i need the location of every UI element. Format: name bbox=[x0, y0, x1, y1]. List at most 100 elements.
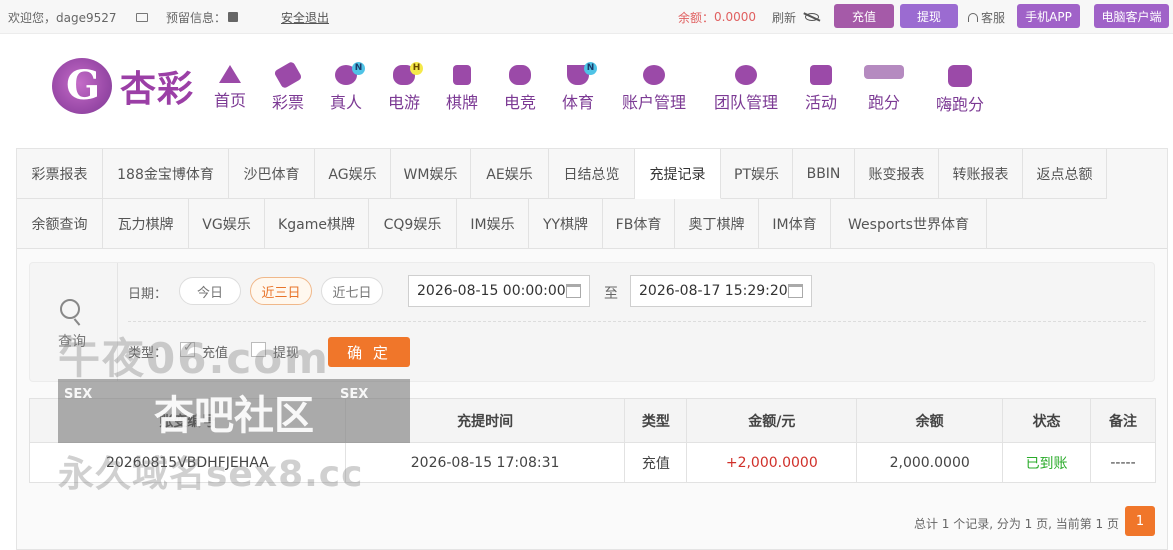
balance: 余额： 0.0000 bbox=[678, 0, 756, 34]
tab-vg[interactable]: VG娱乐 bbox=[189, 199, 265, 249]
tab-kgame-chess[interactable]: Kgame棋牌 bbox=[265, 199, 369, 249]
nav-promotions[interactable]: 活动 bbox=[803, 65, 839, 113]
recharge-button[interactable]: 充值 bbox=[834, 4, 894, 28]
reserved-info-label: 预留信息： bbox=[166, 10, 227, 25]
race-car-icon bbox=[864, 65, 904, 79]
customer-service-label: 客服 bbox=[981, 10, 1006, 25]
calendar-icon[interactable] bbox=[566, 284, 581, 298]
trophy-icon: N bbox=[567, 62, 597, 85]
nav-account[interactable]: 账户管理 bbox=[620, 65, 688, 113]
logout-link[interactable]: 安全退出 bbox=[281, 9, 329, 26]
page-1-button[interactable]: 1 bbox=[1125, 506, 1155, 536]
nav-chess[interactable]: 棋牌 bbox=[444, 65, 480, 113]
hot-badge: H bbox=[410, 62, 423, 75]
end-date-value: 2026-08-17 15:29:20 bbox=[639, 283, 788, 299]
search-icon bbox=[60, 299, 80, 319]
tab-label: 充提记录 bbox=[649, 166, 706, 183]
refresh-area[interactable]: 刷新 bbox=[772, 0, 820, 34]
cell-balance: 2,000.0000 bbox=[856, 442, 1004, 483]
mail-area[interactable] bbox=[136, 0, 154, 34]
tab-188-sports[interactable]: 188金宝博体育 bbox=[103, 149, 229, 199]
type-recharge-label: 充值 bbox=[202, 346, 229, 361]
tab-ae[interactable]: AE娱乐 bbox=[471, 149, 549, 199]
tab-pt[interactable]: PT娱乐 bbox=[721, 149, 793, 199]
tab-account-change-report[interactable]: 账变报表 bbox=[855, 149, 939, 199]
lottery-ticket-icon bbox=[273, 60, 303, 90]
pc-client-button[interactable]: 电脑客户端 bbox=[1094, 4, 1169, 28]
tab-bbin[interactable]: BBIN bbox=[793, 149, 855, 199]
tab-transfer-report[interactable]: 转账报表 bbox=[939, 149, 1023, 199]
nav-label: 嗨跑分 bbox=[935, 95, 984, 114]
page-number: 1 bbox=[1135, 513, 1145, 529]
range-3days-button[interactable]: 近三日 bbox=[250, 277, 312, 305]
type-recharge-checkbox[interactable] bbox=[180, 340, 195, 357]
refresh-link[interactable]: 刷新 bbox=[772, 9, 796, 26]
nav-esports[interactable]: 电竞 bbox=[502, 65, 538, 113]
nav-home[interactable]: 首页 bbox=[212, 65, 248, 111]
divider bbox=[128, 321, 1146, 322]
tab-wm[interactable]: WM娱乐 bbox=[391, 149, 471, 199]
tab-yy-chess[interactable]: YY棋牌 bbox=[529, 199, 603, 249]
pc-client-label: 电脑客户端 bbox=[1101, 9, 1162, 24]
col-balance: 余额 bbox=[856, 398, 1004, 443]
tab-daily-summary[interactable]: 日结总览 bbox=[549, 149, 635, 199]
reserved-info: 预留信息： bbox=[166, 0, 244, 34]
type-withdraw-checkbox[interactable] bbox=[251, 342, 266, 357]
mobile-app-button[interactable]: 手机APP bbox=[1017, 4, 1080, 28]
range-today-button[interactable]: 今日 bbox=[179, 277, 241, 305]
cards-icon bbox=[453, 65, 471, 85]
live-dealer-icon: N bbox=[335, 62, 365, 85]
nav-label: 棋牌 bbox=[445, 93, 478, 112]
type-withdraw-label: 提现 bbox=[273, 346, 300, 361]
end-date-input[interactable]: 2026-08-17 15:29:20 bbox=[630, 275, 812, 307]
nav-run-score[interactable]: 跑分 bbox=[862, 65, 906, 113]
nav-label: 首页 bbox=[213, 91, 246, 110]
tab-label: AG娱乐 bbox=[328, 166, 377, 183]
edit-icon[interactable] bbox=[228, 12, 239, 22]
withdraw-button[interactable]: 提现 bbox=[900, 4, 958, 28]
nav-slots[interactable]: H 电游 bbox=[386, 62, 423, 113]
tab-balance-query[interactable]: 余额查询 bbox=[17, 199, 103, 249]
tab-deposit-withdraw-records[interactable]: 充提记录 bbox=[635, 149, 721, 199]
calendar-icon[interactable] bbox=[788, 284, 803, 298]
tab-wesports[interactable]: Wesports世界体育 bbox=[831, 199, 987, 249]
tab-label: PT娱乐 bbox=[734, 166, 779, 183]
start-date-input[interactable]: 2026-08-15 00:00:00 bbox=[408, 275, 590, 307]
tab-cq9[interactable]: CQ9娱乐 bbox=[369, 199, 457, 249]
range-label: 今日 bbox=[196, 285, 223, 301]
site-logo[interactable]: 杏彩 bbox=[52, 57, 194, 115]
tab-wali-chess[interactable]: 瓦力棋牌 bbox=[103, 199, 189, 249]
customer-service[interactable]: 客服 bbox=[968, 0, 1005, 34]
tab-fb-sports[interactable]: FB体育 bbox=[603, 199, 675, 249]
team-icon bbox=[735, 65, 757, 85]
nav-sports[interactable]: N 体育 bbox=[560, 62, 597, 113]
tab-saba-sports[interactable]: 沙巴体育 bbox=[229, 149, 315, 199]
welcome-label: 欢迎您，dage9527 bbox=[8, 10, 117, 25]
col-status: 状态 bbox=[1002, 398, 1092, 443]
cell-remark: ----- bbox=[1090, 442, 1156, 483]
hide-eye-icon[interactable] bbox=[805, 13, 820, 21]
nav-label: 账户管理 bbox=[621, 93, 686, 112]
range-7days-button[interactable]: 近七日 bbox=[321, 277, 383, 305]
nav-live[interactable]: N 真人 bbox=[328, 62, 365, 113]
tab-ag[interactable]: AG娱乐 bbox=[315, 149, 391, 199]
new-badge: N bbox=[352, 62, 365, 75]
tab-label: AE娱乐 bbox=[486, 166, 533, 183]
top-bar: 欢迎您，dage9527 预留信息： 安全退出 余额： 0.0000 刷新 充值… bbox=[0, 0, 1173, 34]
esports-controller-icon bbox=[509, 65, 531, 85]
table-row: 20260815VBDHFJEHAA 2026-08-15 17:08:31 充… bbox=[29, 442, 1156, 483]
nav-lottery[interactable]: 彩票 bbox=[270, 60, 306, 113]
nav-hi-run-score[interactable]: 嗨跑分 bbox=[934, 65, 986, 115]
tab-odin-chess[interactable]: 奥丁棋牌 bbox=[675, 199, 759, 249]
mail-icon[interactable] bbox=[136, 12, 148, 22]
tab-label: Kgame棋牌 bbox=[278, 216, 355, 233]
tab-rebate-total[interactable]: 返点总额 bbox=[1023, 149, 1107, 199]
tab-im-sports[interactable]: IM体育 bbox=[759, 199, 831, 249]
tab-im-entertainment[interactable]: IM娱乐 bbox=[457, 199, 529, 249]
confirm-button[interactable]: 确 定 bbox=[328, 337, 410, 367]
recharge-label: 充值 bbox=[851, 9, 876, 24]
type-label: 类型： bbox=[128, 346, 168, 361]
logout-area[interactable]: 安全退出 bbox=[281, 0, 329, 34]
nav-team[interactable]: 团队管理 bbox=[712, 65, 780, 113]
tab-lottery-report[interactable]: 彩票报表 bbox=[17, 149, 103, 199]
